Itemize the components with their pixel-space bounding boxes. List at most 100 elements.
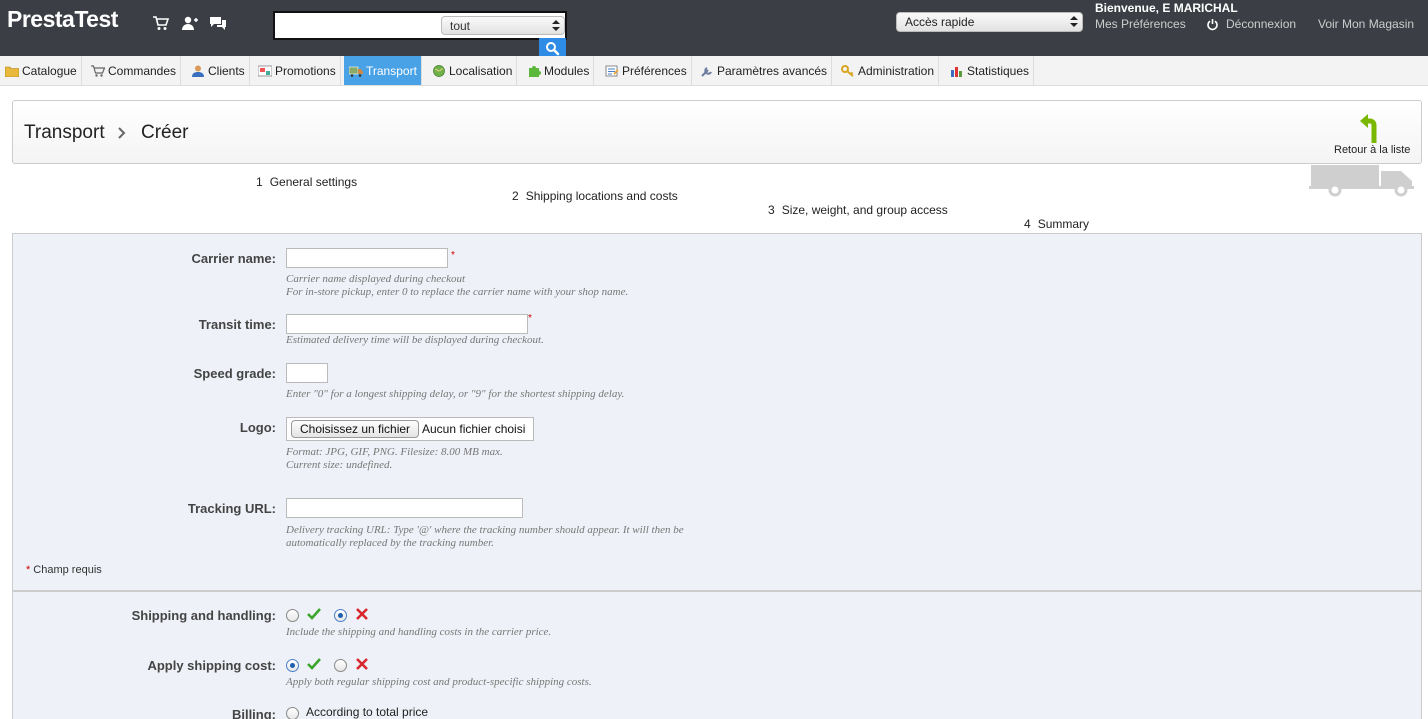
tab-label: Modules (544, 64, 590, 78)
hint-line: Format: JPG, GIF, PNG. Filesize: 8.00 MB… (286, 446, 503, 458)
tab-label: Catalogue (22, 64, 77, 78)
breadcrumb-section[interactable]: Transport (24, 122, 105, 144)
brand-logo[interactable]: PrestaTest (7, 6, 118, 33)
required-marker: * (451, 250, 455, 261)
hint-line: Delivery tracking URL: Type '@' where th… (286, 524, 684, 536)
tab-label: Commandes (108, 64, 177, 78)
quick-access-select[interactable]: Accès rapide (896, 12, 1083, 32)
required-field-note: * Champ requis (26, 564, 102, 576)
tab-promotions[interactable]: Promotions (253, 56, 341, 85)
tab-label: Paramètres avancés (717, 64, 828, 78)
chart-icon (951, 67, 962, 77)
search-input[interactable] (277, 15, 437, 36)
tab-localisation[interactable]: Localisation (427, 56, 518, 85)
tab-modules[interactable]: Modules (522, 56, 595, 85)
logo-label: Logo: (239, 420, 276, 435)
check-icon (307, 608, 321, 620)
cross-icon (356, 608, 368, 620)
carrier-name-label: Carrier name: (191, 251, 276, 266)
tab-administration[interactable]: Administration (836, 56, 940, 85)
apply-shipping-cost-hint: Apply both regular shipping cost and pro… (286, 676, 592, 688)
search-box: tout (273, 11, 567, 40)
step-number: 4 (1024, 217, 1031, 231)
step-label: General settings (269, 175, 358, 189)
transit-time-hint: Estimated delivery time will be displaye… (286, 334, 544, 346)
select-arrows-icon (552, 20, 560, 31)
shipping-handling-yes-radio[interactable] (286, 609, 299, 622)
logo-file-input[interactable]: Choisissez un fichier Aucun fichier choi… (286, 417, 534, 441)
wrench-icon (701, 67, 712, 77)
tracking-url-input[interactable] (286, 498, 523, 518)
apply-shipping-cost-label: Apply shipping cost: (147, 658, 276, 673)
puzzle-icon (529, 66, 541, 77)
view-shop-link[interactable]: Voir Mon Magasin (1318, 17, 1414, 31)
customer-icon[interactable] (181, 14, 199, 32)
required-note-text: Champ requis (33, 564, 102, 576)
cart-icon[interactable] (152, 14, 170, 32)
step-number: 1 (256, 175, 263, 189)
billing-total-price-radio[interactable] (286, 707, 299, 719)
tab-preferences[interactable]: Préférences (600, 56, 692, 85)
power-icon (1207, 19, 1218, 31)
user-icon (192, 65, 204, 77)
tab-commandes[interactable]: Commandes (86, 56, 182, 85)
back-arrow-icon[interactable] (1358, 113, 1386, 145)
step-number: 2 (512, 189, 519, 203)
apply-shipping-cost-yes-radio[interactable] (286, 659, 299, 672)
choose-file-button[interactable]: Choisissez un fichier (291, 420, 420, 438)
messages-icon[interactable] (209, 14, 227, 32)
shipping-handling-no-radio[interactable] (334, 609, 347, 622)
shipping-handling-hint: Include the shipping and handling costs … (286, 626, 552, 638)
logo-hint: Format: JPG, GIF, PNG. Filesize: 8.00 MB… (286, 446, 503, 471)
transit-time-label: Transit time: (198, 317, 276, 332)
globe-icon (433, 65, 445, 77)
speed-grade-label: Speed grade: (193, 366, 276, 381)
step-summary[interactable]: 4 Summary (1024, 217, 1089, 231)
logout-link[interactable]: Déconnexion (1226, 17, 1296, 31)
step-size-weight[interactable]: 3 Size, weight, and group access (768, 203, 948, 217)
back-to-list-link[interactable]: Retour à la liste (1334, 144, 1410, 156)
tab-advanced-parameters[interactable]: Paramètres avancés (695, 56, 833, 85)
quick-access-value: Accès rapide (905, 15, 975, 29)
speed-grade-input[interactable] (286, 363, 328, 383)
truck-icon (349, 66, 363, 77)
step-label: Size, weight, and group access (781, 203, 948, 217)
speed-grade-hint: Enter "0" for a longest shipping delay, … (286, 388, 625, 400)
step-label: Summary (1037, 217, 1090, 231)
delivery-truck-icon (1309, 165, 1414, 197)
check-icon (307, 658, 321, 670)
billing-label: Billing: (231, 707, 276, 719)
step-number: 3 (768, 203, 775, 217)
key-icon (841, 65, 854, 77)
tab-label: Transport (366, 64, 417, 78)
required-marker: * (26, 564, 31, 576)
shipping-handling-label: Shipping and handling: (131, 608, 276, 623)
main-nav: Catalogue Commandes Clients Promotions T… (0, 56, 1428, 86)
tab-catalogue[interactable]: Catalogue (0, 56, 82, 85)
search-scope-value: tout (450, 19, 471, 33)
chevron-right-icon (118, 127, 126, 139)
step-shipping-locations[interactable]: 2 Shipping locations and costs (512, 189, 678, 203)
tab-label: Promotions (275, 64, 336, 78)
cart-icon (91, 65, 105, 77)
tab-label: Administration (858, 64, 935, 78)
transit-time-input[interactable] (286, 314, 528, 334)
step-label: Shipping locations and costs (525, 189, 678, 203)
promo-icon (258, 65, 272, 77)
hint-line: automatically replaced by the tracking n… (286, 536, 494, 549)
tracking-url-label: Tracking URL: (187, 501, 276, 516)
apply-shipping-cost-no-radio[interactable] (334, 659, 347, 672)
file-status: Aucun fichier choisi (422, 422, 526, 436)
welcome-text: Bienvenue, E MARICHAL (1095, 1, 1238, 15)
step-general-settings[interactable]: 1 General settings (256, 175, 357, 189)
my-preferences-link[interactable]: Mes Préférences (1095, 17, 1186, 31)
tab-statistics[interactable]: Statistiques (945, 56, 1035, 85)
page-toolbar: Transport Créer Retour à la liste (12, 100, 1422, 164)
carrier-name-input[interactable] (286, 248, 448, 268)
search-scope-select[interactable]: tout (441, 16, 565, 35)
tracking-url-hint: Delivery tracking URL: Type '@' where th… (286, 524, 684, 549)
hint-line: Current size: undefined. (286, 458, 393, 471)
tab-clients[interactable]: Clients (186, 56, 250, 85)
general-settings-panel (12, 233, 1422, 591)
tab-transport[interactable]: Transport (344, 56, 422, 85)
